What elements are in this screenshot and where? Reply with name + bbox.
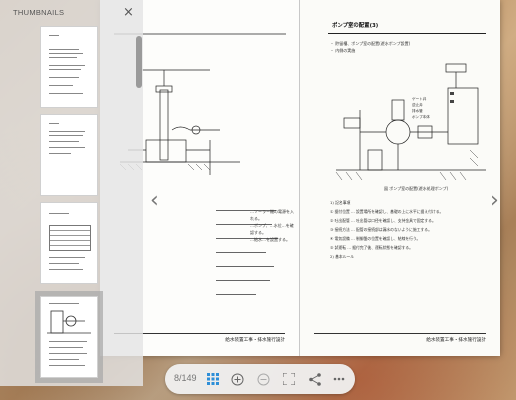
body-line: ② 吐出配管 … 吐出管は口径を確認し、支持金具で固定する。 [330,218,436,223]
body-line: 2) 基本ルール [330,254,355,259]
share-icon [309,372,321,386]
diagram-labels: ゲート弁 逆止弁 排水管 ポンプ本体 [412,96,430,120]
viewer-toolbar: 8/149 [165,364,355,394]
right-page-body: 1) 記名事項 ① 据付位置 … 設置場所を確認し、基礎の上に水平に据え付ける。… [330,198,490,261]
book-spread: …ソーラー機の電源を入れる。 …ポンプ、…水位…を確認する。 …給水…を設置する… [100,0,500,356]
grid-view-button[interactable] [205,371,221,387]
close-thumbnails-button[interactable]: × [123,5,134,20]
left-text-line: …ソーラー機の電源を入れる。 [250,209,294,221]
grid-icon [207,373,219,385]
figure-caption: 図 ポンプ室の配置(遊水処理ポンプ) [384,186,449,191]
right-page-footer: 給水装置工事・排水施行設計 [426,338,486,343]
left-text-line: …給水…を設置する。 [250,237,290,242]
zoom-in-button[interactable] [229,371,245,387]
thumbnails-panel: THUMBNAILS × [0,0,143,386]
more-options-button[interactable] [331,371,347,387]
zoom-in-icon [231,373,243,385]
pump-room-diagram [335,63,486,181]
left-page-footer: 給水装置工事・排水施行設計 [225,338,285,343]
body-line: ③ 接続方法 … 配管の接続部は漏水のないように施工する。 [330,227,432,232]
share-button[interactable] [307,371,323,387]
fullscreen-icon [283,373,295,385]
thumbnails-scrollbar[interactable] [136,36,142,88]
body-line: ⑤ 試運転 … 据付完了後、運転状態を確認する。 [330,245,413,250]
page-counter: 8/149 [174,373,197,383]
thumbnail-page[interactable] [40,26,98,108]
left-text-line: …ポンプ、…水位…を確認する。 [250,223,294,235]
thumbnail-page[interactable] [40,202,98,284]
right-page: ポンプ室の配置(3) ・ 貯留槽、ポンプ室の配置(遊水ポンプ設置) ・ 内側の実… [300,0,500,356]
fullscreen-button[interactable] [281,371,297,387]
thumbnail-page-selected[interactable] [35,291,103,383]
next-page-button[interactable]: › [490,188,499,213]
left-page-text: …ソーラー機の電源を入れる。 …ポンプ、…水位…を確認する。 …給水…を設置する… [250,208,296,243]
diagram-label: ポンプ本体 [412,115,430,119]
prev-page-button[interactable]: ‹ [150,188,159,213]
thumbnails-header: THUMBNAILS [13,8,65,17]
zoom-out-button[interactable] [255,371,271,387]
zoom-out-icon [257,373,269,385]
body-line: ④ 電気設備 … 制御盤の位置を確認し、結線を行う。 [330,236,421,241]
body-line: 1) 記名事項 [330,200,351,205]
more-icon [333,377,345,381]
right-footer-rule [314,333,486,334]
thumbnail-page[interactable] [40,114,98,196]
body-line: ① 据付位置 … 設置場所を確認し、基礎の上に水平に据え付ける。 [330,209,444,214]
